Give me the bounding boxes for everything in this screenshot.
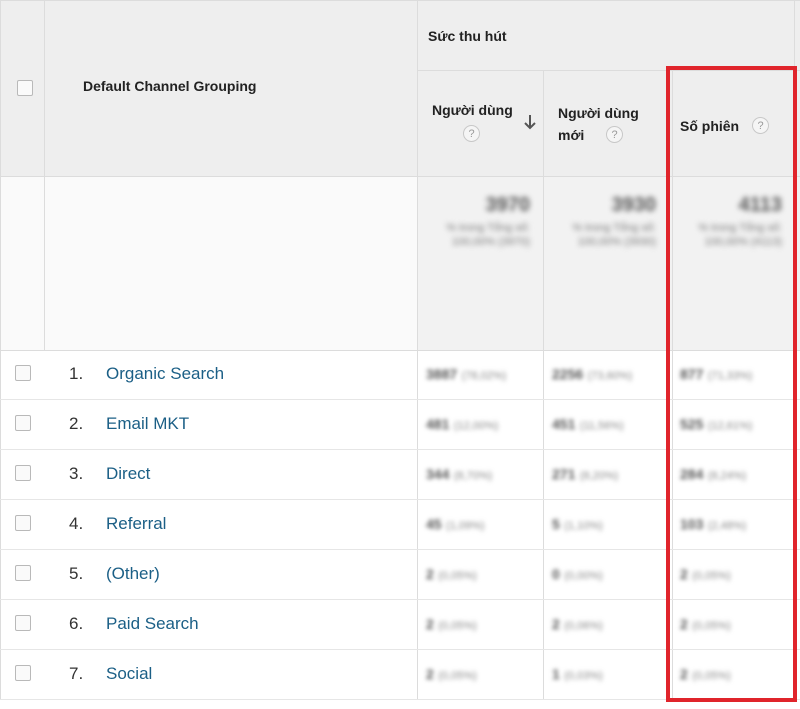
users-cell: 2 (0,05%) [426, 566, 477, 582]
dimension-header[interactable]: Default Channel Grouping [83, 78, 256, 94]
new-users-cell: 271 (8,20%) [552, 466, 619, 482]
new-users-cell: 5 (1,10%) [552, 516, 603, 532]
new-users-cell: 1 (0,03%) [552, 666, 603, 682]
grid-line [0, 0, 800, 1]
column-header-new-users-label: Người dùng mới [558, 105, 639, 143]
channel-link[interactable]: Organic Search [106, 364, 224, 384]
row-number: 3. [69, 464, 84, 483]
row-checkbox[interactable] [15, 665, 31, 681]
total-users: 3970 % trong Tổng số: 100,00% (3970) [446, 194, 530, 248]
new-users-cell: 451 (11,56%) [552, 416, 624, 432]
row-checkbox[interactable] [15, 415, 31, 431]
row-number: 6. [69, 614, 84, 633]
row-checkbox[interactable] [15, 365, 31, 381]
select-all-checkbox[interactable] [17, 80, 33, 96]
row-checkbox[interactable] [15, 515, 31, 531]
row-number: 1. [69, 364, 84, 383]
channel-link[interactable]: Paid Search [106, 614, 199, 634]
users-cell: 45 (1,09%) [426, 516, 485, 532]
channel-link[interactable]: Referral [106, 514, 166, 534]
users-cell: 3887 (78,02%) [426, 366, 507, 382]
new-users-cell: 2 (0,06%) [552, 616, 603, 632]
row-number: 7. [69, 664, 84, 683]
users-cell: 481 (12,00%) [426, 416, 499, 432]
new-users-cell: 2256 (73,60%) [552, 366, 633, 382]
column-group-header: Sức thu hút [428, 28, 507, 44]
users-cell: 2 (0,05%) [426, 616, 477, 632]
channel-link[interactable]: (Other) [106, 564, 160, 584]
help-icon[interactable]: ? [463, 125, 480, 142]
row-number: 2. [69, 414, 84, 433]
channel-link[interactable]: Direct [106, 464, 150, 484]
users-cell: 344 (8,70%) [426, 466, 493, 482]
help-icon[interactable]: ? [606, 126, 623, 143]
channel-link[interactable]: Social [106, 664, 152, 684]
row-number: 5. [69, 564, 84, 583]
channel-link[interactable]: Email MKT [106, 414, 189, 434]
row-checkbox[interactable] [15, 565, 31, 581]
sort-desc-icon[interactable] [522, 112, 538, 132]
highlight-box [666, 66, 797, 702]
users-cell: 2 (0,05%) [426, 666, 477, 682]
row-number: 4. [69, 514, 84, 533]
grid-line [44, 0, 45, 350]
total-new-users: 3930 % trong Tổng số: 100,00% (3930) [572, 194, 656, 248]
new-users-cell: 0 (0,00%) [552, 566, 603, 582]
row-checkbox[interactable] [15, 465, 31, 481]
row-checkbox[interactable] [15, 615, 31, 631]
